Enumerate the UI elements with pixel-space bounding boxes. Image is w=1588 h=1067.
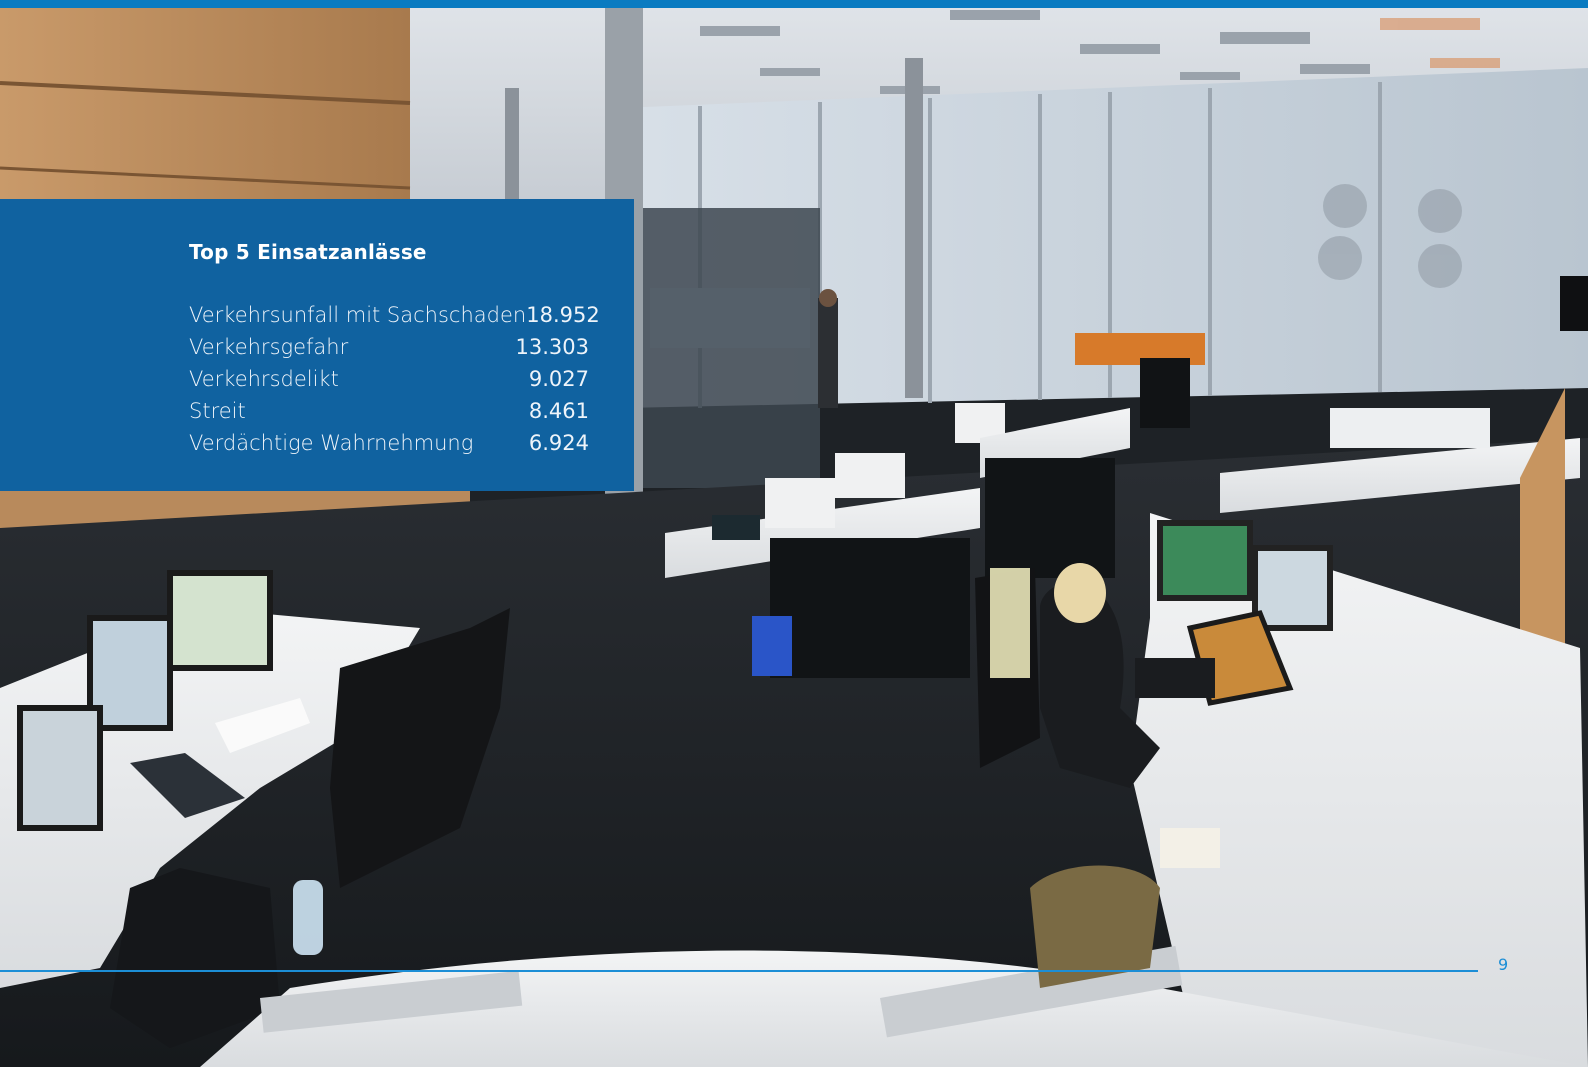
control-room-photo — [0, 8, 1588, 1067]
stat-row: Streit 8.461 — [189, 399, 589, 431]
stat-value: 13.303 — [515, 335, 589, 359]
stat-label: Verkehrsunfall mit Sachschaden — [189, 303, 527, 327]
stat-row: Verdächtige Wahrnehmung 6.924 — [189, 431, 589, 463]
page-number: 9 — [1498, 955, 1509, 974]
stat-value: 8.461 — [528, 399, 589, 423]
stat-list: Verkehrsunfall mit Sachschaden 18.952 Ve… — [189, 303, 600, 463]
stat-row: Verkehrsdelikt 9.027 — [189, 367, 589, 399]
stat-row: Verkehrsunfall mit Sachschaden 18.952 — [189, 303, 600, 335]
stat-value: 9.027 — [528, 367, 589, 391]
panel-title: Top 5 Einsatzanlässe — [189, 240, 427, 264]
stat-label: Verkehrsdelikt — [189, 367, 339, 391]
statistics-panel: Top 5 Einsatzanlässe Verkehrsunfall mit … — [0, 199, 634, 491]
stat-row: Verkehrsgefahr 13.303 — [189, 335, 589, 367]
stat-label: Verkehrsgefahr — [189, 335, 349, 359]
stat-value: 18.952 — [526, 303, 600, 327]
stat-value: 6.924 — [528, 431, 589, 455]
stat-label: Verdächtige Wahrnehmung — [189, 431, 474, 455]
page-footer-rule — [0, 970, 1478, 972]
top-accent-bar — [0, 0, 1588, 8]
stat-label: Streit — [189, 399, 246, 423]
